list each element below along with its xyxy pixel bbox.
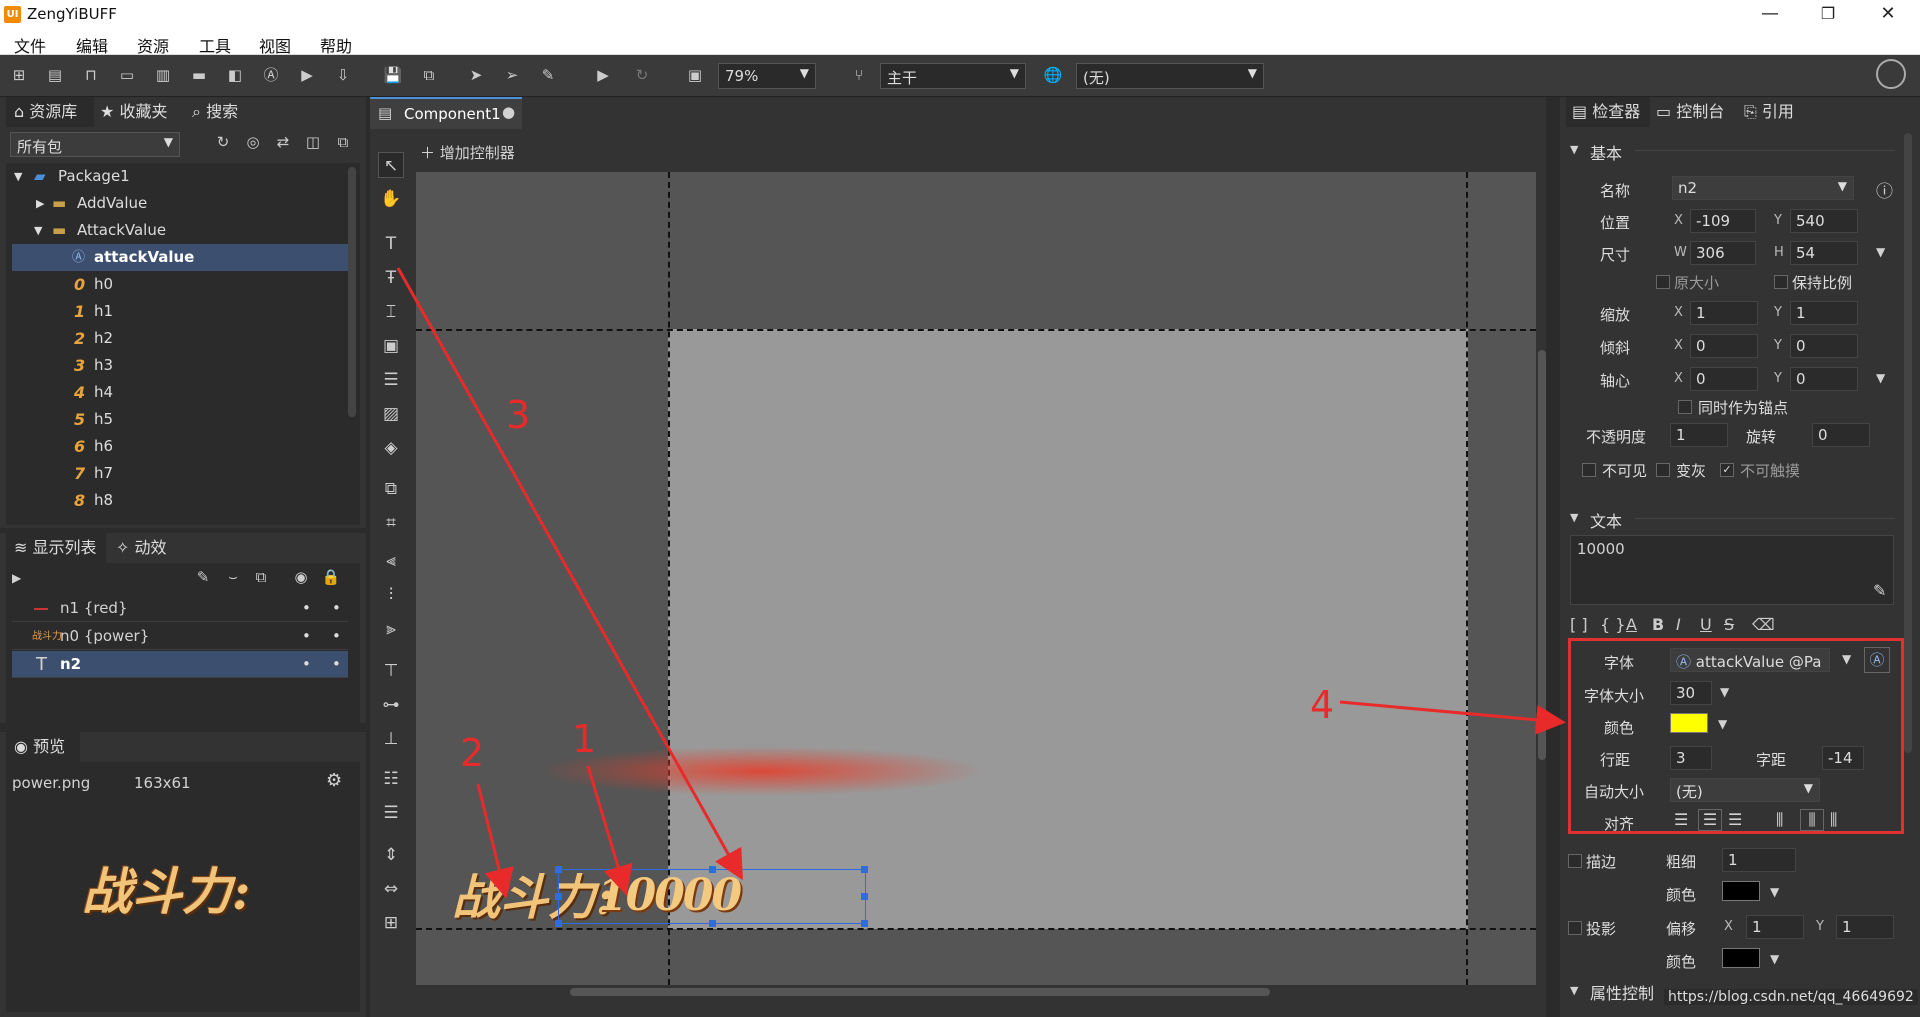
annotation-arrow-4 xyxy=(1339,700,1566,735)
annotation-label-4: 4 xyxy=(1310,683,1334,727)
annotation-arrow-2 xyxy=(476,783,514,899)
annotation-label-2: 2 xyxy=(460,731,484,775)
annotation-label-1: 1 xyxy=(572,717,596,761)
annotation-overlay: 1 2 3 4 xyxy=(396,267,1566,899)
annotation-arrow-1 xyxy=(586,765,633,896)
annotation-label-3: 3 xyxy=(506,393,530,437)
annotation-arrow-3 xyxy=(396,267,743,881)
